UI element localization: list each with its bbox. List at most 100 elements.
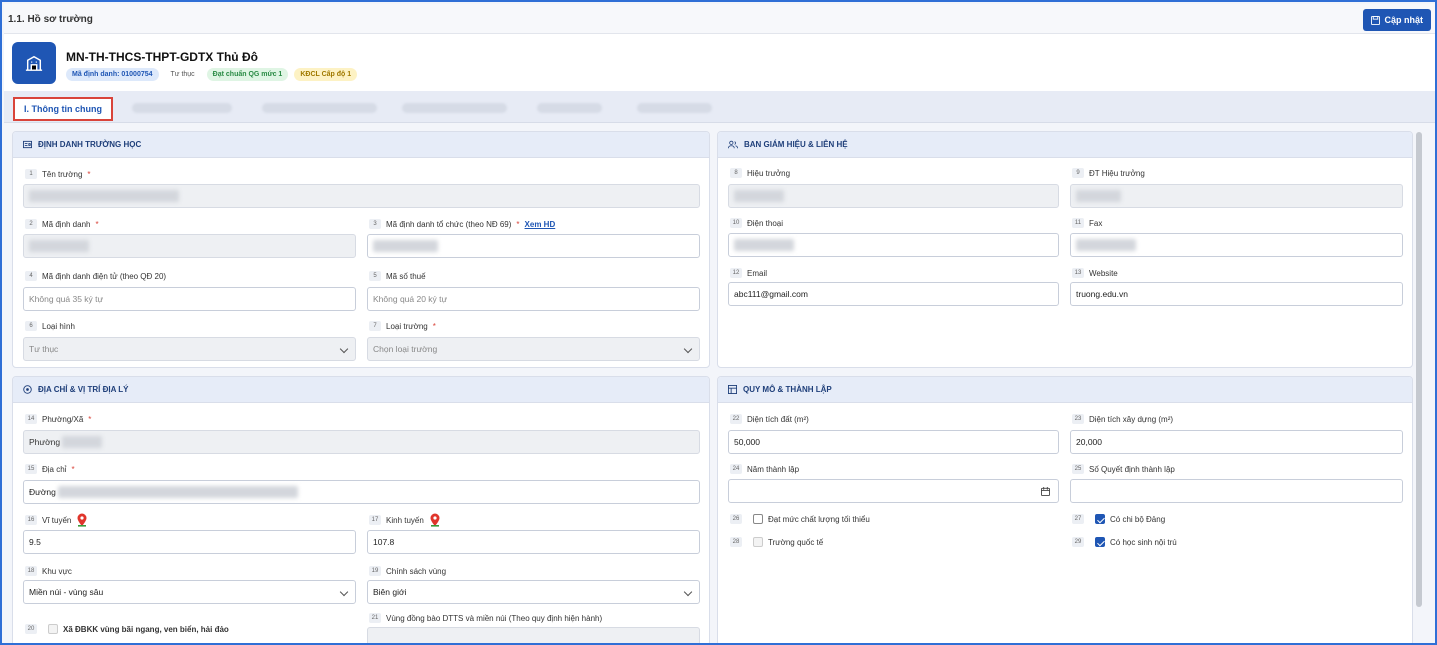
school-name-input[interactable] <box>23 184 700 208</box>
org-id-input[interactable] <box>367 234 700 258</box>
principal-label: 8 Hiệu trưởng <box>730 168 790 178</box>
identity-card-title: ĐỊNH DANH TRƯỜNG HỌC <box>38 140 142 149</box>
tab-blurred[interactable] <box>637 103 712 113</box>
longitude-input[interactable]: 107.8 <box>367 530 700 554</box>
tab-blurred[interactable] <box>402 103 507 113</box>
founded-year-label: 24 Năm thành lập <box>730 464 799 474</box>
quality-badge: KĐCL Cấp độ 1 <box>294 68 358 81</box>
latitude-input[interactable]: 9.5 <box>23 530 356 554</box>
id-code-label: 2 Mã định danh * <box>25 219 99 229</box>
school-type-label: 6 Loại hình <box>25 321 75 331</box>
org-id-label: 3 Mã định danh tổ chức (theo NĐ 69) * Xem H… <box>369 219 555 229</box>
tab-bar: I. Thông tin chung <box>4 91 1435 123</box>
longitude-label: 17 Kinh tuyến <box>369 513 441 527</box>
decision-input[interactable] <box>1070 479 1403 503</box>
principal-phone-label: 9 ĐT Hiệu trưởng <box>1072 168 1145 178</box>
international-row: 28 Trường quốc tế <box>730 537 823 547</box>
founded-year-input[interactable] <box>728 479 1059 503</box>
phone-label: 10 Điện thoại <box>730 218 783 228</box>
email-input[interactable]: abc111@gmail.com <box>728 282 1059 306</box>
tab-blurred[interactable] <box>262 103 377 113</box>
tab-general-info[interactable]: I. Thông tin chung <box>13 97 113 121</box>
policy-select[interactable]: Biên giới <box>367 580 700 604</box>
chevron-down-icon <box>683 587 693 597</box>
map-pin-icon[interactable] <box>429 513 441 527</box>
tab-blurred[interactable] <box>132 103 232 113</box>
tax-code-label: 5 Mã số thuế <box>369 271 426 281</box>
scale-card-title: QUY MÔ & THÀNH LẬP <box>743 385 832 394</box>
website-input[interactable]: truong.edu.vn <box>1070 282 1403 306</box>
min-quality-row: 26 Đạt mức chất lượng tối thiểu <box>730 514 870 524</box>
school-name: MN-TH-THCS-THPT-GDTX Thủ Đô <box>66 50 258 64</box>
boarding-checkbox[interactable] <box>1095 537 1105 547</box>
update-button[interactable]: Cập nhật <box>1363 9 1431 31</box>
id-card-icon <box>23 140 32 149</box>
identity-card-header: ĐỊNH DANH TRƯỜNG HỌC <box>13 132 709 158</box>
board-card-header: BAN GIÁM HIỆU & LIÊN HỆ <box>718 132 1412 158</box>
board-card-title: BAN GIÁM HIỆU & LIÊN HỆ <box>744 140 848 149</box>
guide-link[interactable]: Xem HD <box>525 220 556 229</box>
international-checkbox[interactable] <box>753 537 763 547</box>
ward-input[interactable]: Phường <box>23 430 700 454</box>
build-area-label: 23 Diện tích xây dựng (m²) <box>1072 414 1173 424</box>
party-cell-checkbox[interactable] <box>1095 514 1105 524</box>
region-label: 18 Khu vực <box>25 566 72 576</box>
vertical-scrollbar[interactable] <box>1416 132 1422 607</box>
fax-label: 11 Fax <box>1072 218 1102 228</box>
ethnic-area-select[interactable] <box>367 627 700 643</box>
standard-badge: Đạt chuẩn QG mức 1 <box>206 68 289 81</box>
id-code-input[interactable] <box>23 234 356 258</box>
latitude-label: 16 Vĩ tuyến <box>25 513 88 527</box>
users-icon <box>728 140 738 149</box>
board-card: BAN GIÁM HIỆU & LIÊN HỆ 8 Hiệu trưởng 9 ĐT… <box>717 131 1413 368</box>
school-header: MN-TH-THCS-THPT-GDTX Thủ Đô Mã định danh… <box>4 34 1435 91</box>
id-badge: Mã định danh: 01000754 <box>66 68 159 81</box>
chevron-down-icon <box>339 587 349 597</box>
special-commune-checkbox[interactable] <box>48 624 58 634</box>
address-card: ĐỊA CHỈ & VỊ TRÍ ĐỊA LÝ 14 Phường/Xã * Phư… <box>12 376 710 643</box>
electronic-id-label: 4 Mã định danh điện tử (theo QĐ 20) <box>25 271 166 281</box>
identity-card: ĐỊNH DANH TRƯỜNG HỌC 1 Tên trường * 2 Mã đị… <box>12 131 710 368</box>
ward-label: 14 Phường/Xã * <box>25 414 91 424</box>
layout-icon <box>728 385 737 394</box>
fax-input[interactable] <box>1070 233 1403 257</box>
chevron-down-icon <box>683 344 693 354</box>
school-kind-select[interactable]: Chọn loại trường <box>367 337 700 361</box>
phone-input[interactable] <box>728 233 1059 257</box>
principal-input[interactable] <box>728 184 1059 208</box>
address-input[interactable]: Đường <box>23 480 700 504</box>
chevron-down-icon <box>339 344 349 354</box>
save-icon <box>1371 15 1381 25</box>
app-window: 1.1. Hồ sơ trường Cập nhật MN-TH-THCS-TH… <box>0 0 1437 645</box>
min-quality-checkbox[interactable] <box>753 514 763 524</box>
scale-card-header: QUY MÔ & THÀNH LẬP <box>718 377 1412 403</box>
website-label: 13 Website <box>1072 268 1118 278</box>
ethnic-area-label: 21 Vùng đồng bào DTTS và miền núi (Theo q… <box>369 613 602 623</box>
boarding-row: 29 Có học sinh nội trú <box>1072 537 1177 547</box>
tab-blurred[interactable] <box>537 103 602 113</box>
policy-label: 19 Chính sách vùng <box>369 566 446 576</box>
email-label: 12 Email <box>730 268 767 278</box>
tax-code-input[interactable]: Không quá 20 ký tự <box>367 287 700 311</box>
school-type-select[interactable]: Tư thục <box>23 337 356 361</box>
location-icon <box>23 385 32 394</box>
electronic-id-input[interactable]: Không quá 35 ký tự <box>23 287 356 311</box>
school-name-label: 1 Tên trường * <box>25 169 91 179</box>
top-bar: 1.1. Hồ sơ trường Cập nhật <box>4 4 1435 34</box>
address-card-title: ĐỊA CHỈ & VỊ TRÍ ĐỊA LÝ <box>38 385 129 394</box>
address-label: 15 Địa chỉ * <box>25 464 75 474</box>
breadcrumb: 1.1. Hồ sơ trường <box>8 14 93 25</box>
school-badges: Mã định danh: 01000754 Tư thục Đạt chuẩn… <box>66 68 358 81</box>
region-select[interactable]: Miền núi - vùng sâu <box>23 580 356 604</box>
land-area-input[interactable]: 50,000 <box>728 430 1059 454</box>
scale-card: QUY MÔ & THÀNH LẬP 22 Diện tích đất (m²) … <box>717 376 1413 643</box>
map-pin-icon[interactable] <box>76 513 88 527</box>
school-kind-label: 7 Loại trường * <box>369 321 436 331</box>
calendar-icon[interactable] <box>1041 487 1050 496</box>
update-button-label: Cập nhật <box>1384 15 1423 25</box>
principal-phone-input[interactable] <box>1070 184 1403 208</box>
school-logo <box>12 42 56 84</box>
land-area-label: 22 Diện tích đất (m²) <box>730 414 809 424</box>
build-area-input[interactable]: 20,000 <box>1070 430 1403 454</box>
party-cell-row: 27 Có chi bộ Đảng <box>1072 514 1165 524</box>
